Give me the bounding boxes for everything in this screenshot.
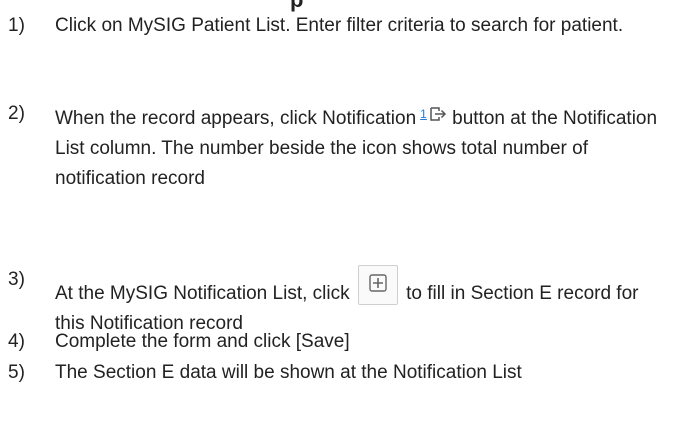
step-number: 3) [8,269,25,290]
open-external-icon [429,102,447,132]
step-number: 5) [8,362,25,383]
step-5-text: The Section E data will be shown at the … [55,362,522,383]
step-number: 4) [8,331,25,352]
step-2-text-a: When the record appears, click Notificat… [55,108,417,129]
step-4-text: Complete the form and click [Save] [55,331,350,352]
step-text: Complete the form and click [Save] [55,327,665,357]
step-text: The Section E data will be shown at the … [55,358,665,388]
notification-count-badge: 1 [420,107,427,121]
add-record-button[interactable] [357,265,398,305]
step-text: Click on MySIG Patient List. Enter filte… [55,11,665,41]
step-1-text: Click on MySIG Patient List. Enter filte… [55,15,624,36]
step-number: 2) [8,103,25,124]
step-number: 1) [8,15,25,36]
step-3-text-a: At the MySIG Notification List, click [55,283,350,304]
step-text: When the record appears, click Notificat… [55,99,665,194]
